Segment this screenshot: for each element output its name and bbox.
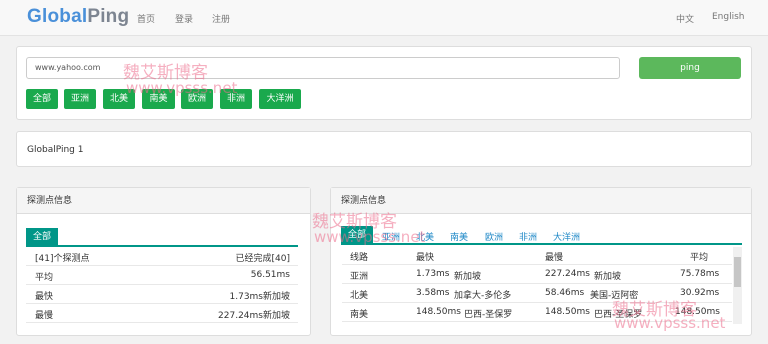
url-search-input[interactable]: www.yahoo.com: [26, 57, 620, 79]
summary-row: 最快 1.73ms新加坡: [26, 285, 298, 304]
right-tab-asia[interactable]: 亚洲: [382, 230, 400, 243]
right-tab-europe[interactable]: 欧洲: [485, 230, 503, 243]
row-fastest-location: 巴西-圣保罗: [464, 310, 513, 320]
summary-row: [41]个探测点 已经完成[40]: [26, 247, 298, 266]
table-scrollbar-thumb[interactable]: [734, 257, 741, 287]
right-tab-all[interactable]: 全部: [341, 226, 373, 244]
right-tab-north-america[interactable]: 北美: [416, 230, 434, 243]
average-label: 平均: [35, 273, 54, 283]
row-slowest-ms: 148.50ms: [545, 307, 590, 317]
row-slowest-location: 美国-迈阿密: [590, 291, 639, 301]
col-fastest-header: 最快: [416, 253, 435, 263]
nav-login-link[interactable]: 登录: [175, 12, 193, 25]
region-filter-all[interactable]: 全部: [26, 89, 58, 109]
row-region: 亚洲: [350, 272, 369, 282]
row-average: 75.78ms: [680, 269, 720, 279]
row-slowest-location: 巴西-圣保罗: [594, 310, 643, 320]
region-filter-oceania[interactable]: 大洋洲: [259, 89, 301, 109]
row-average: 30.92ms: [680, 288, 720, 298]
fastest-value: 1.73ms新加坡: [229, 292, 291, 302]
fastest-label: 最快: [35, 292, 54, 302]
probe-complete-value: 已经完成[40]: [235, 254, 290, 264]
logo-part1: Global: [27, 6, 88, 27]
nav-register-link[interactable]: 注册: [212, 12, 230, 25]
row-fastest-ms: 148.50ms: [416, 307, 461, 317]
region-filter-asia[interactable]: 亚洲: [64, 89, 96, 109]
row-region: 北美: [350, 291, 369, 301]
globalping-status-text: GlobalPing 1: [27, 145, 84, 155]
right-panel-title: 探测点信息: [331, 188, 751, 214]
col-average-header: 平均: [690, 253, 709, 263]
row-slowest-ms: 58.46ms: [545, 288, 585, 298]
col-slowest-header: 最慢: [545, 253, 564, 263]
lang-en-link[interactable]: English: [712, 12, 745, 22]
logo-part2: Ping: [87, 6, 130, 27]
ping-button[interactable]: ping: [639, 57, 741, 79]
right-tab-south-america[interactable]: 南美: [450, 230, 468, 243]
right-tab-oceania[interactable]: 大洋洲: [553, 230, 580, 243]
region-filter-europe[interactable]: 欧洲: [181, 89, 213, 109]
table-row: 北美 3.58ms 加拿大-多伦多 58.46ms 美国-迈阿密 30.92ms: [342, 284, 732, 303]
row-fastest-location: 新加坡: [454, 272, 482, 282]
col-route-header: 线路: [350, 253, 369, 263]
slowest-label: 最慢: [35, 311, 54, 321]
average-value: 56.51ms: [250, 270, 290, 280]
globalping-logo[interactable]: GlobalPing: [27, 6, 129, 28]
row-slowest-location: 新加坡: [594, 272, 622, 282]
lang-zh-link[interactable]: 中文: [676, 12, 694, 25]
region-filter-north-america[interactable]: 北美: [103, 89, 135, 109]
left-panel-title: 探测点信息: [17, 188, 310, 214]
region-filter-south-america[interactable]: 南美: [142, 89, 175, 109]
row-average: 148.50ms: [675, 307, 720, 317]
nav-home-link[interactable]: 首页: [137, 12, 155, 25]
region-filter-africa[interactable]: 非洲: [220, 89, 252, 109]
summary-row: 平均 56.51ms: [26, 266, 298, 285]
row-fastest-location: 加拿大-多伦多: [454, 291, 512, 301]
left-tab-all[interactable]: 全部: [26, 228, 58, 246]
info-panel: [16, 131, 752, 167]
row-fastest-ms: 1.73ms: [416, 269, 450, 279]
right-tab-africa[interactable]: 非洲: [519, 230, 537, 243]
table-row: 亚洲 1.73ms 新加坡 227.24ms 新加坡 75.78ms: [342, 265, 732, 284]
right-tab-underline: [341, 243, 742, 245]
table-row: 南美 148.50ms 巴西-圣保罗 148.50ms 巴西-圣保罗 148.5…: [342, 303, 732, 322]
probe-count-label: [41]个探测点: [35, 254, 90, 264]
summary-row: 最慢 227.24ms新加坡: [26, 304, 298, 323]
row-fastest-ms: 3.58ms: [416, 288, 450, 298]
top-navbar: GlobalPing 首页 登录 注册 中文 English: [0, 0, 768, 36]
slowest-value: 227.24ms新加坡: [218, 311, 290, 321]
region-table-header: 线路 最快 最慢 平均: [342, 246, 732, 265]
row-slowest-ms: 227.24ms: [545, 269, 590, 279]
row-region: 南美: [350, 310, 369, 320]
